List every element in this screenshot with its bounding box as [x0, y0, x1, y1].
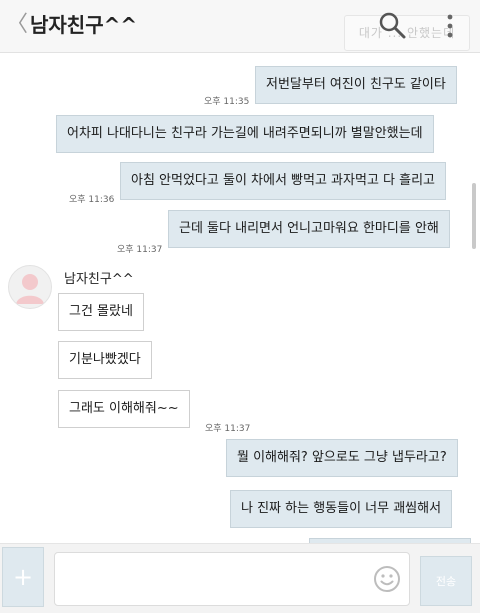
- message-time: 오후 11:36: [69, 195, 115, 205]
- message-bubble-me[interactable]: 나 진짜 하는 행동들이 너무 괘씸해서: [230, 490, 453, 528]
- plus-button[interactable]: +: [2, 547, 44, 607]
- back-icon[interactable]: 〈: [6, 12, 28, 38]
- chat-header: 〈 남자친구^^ 대가 ... 안했는데: [0, 0, 480, 53]
- message-bubble-me[interactable]: 근데 둘다 내리면서 언니고마워요 한마디를 안해: [168, 210, 450, 248]
- message-list[interactable]: 저번달부터 여진이 친구도 같이타 오후 11:35 어차피 나대다니는 친구라…: [0, 53, 480, 543]
- message-bubble-me[interactable]: 뭘 이해해줘? 앞으로도 그냥 냅두라고?: [226, 439, 458, 477]
- message-bubble-me[interactable]: 저번달부터 여진이 친구도 같이타: [255, 66, 457, 104]
- search-icon[interactable]: [377, 10, 407, 40]
- send-button[interactable]: 전송: [420, 556, 472, 606]
- sender-name: 남자친구^^: [64, 272, 134, 287]
- message-bubble-me[interactable]: 어차피 나대다니는 친구라 가는길에 내려주면되니까 별말안했는데: [56, 115, 434, 153]
- chat-title: 남자친구^^: [30, 13, 138, 37]
- emoji-icon[interactable]: [372, 564, 402, 594]
- message-time: 오후 11:37: [205, 424, 251, 434]
- message-time: 오후 11:37: [117, 245, 163, 255]
- plus-icon: +: [12, 563, 34, 591]
- message-time: 오후 11:35: [204, 97, 250, 107]
- message-bubble-other[interactable]: 그건 몰랐네: [58, 293, 144, 331]
- input-bar: + 전송: [0, 543, 480, 613]
- scrollbar[interactable]: [472, 183, 476, 249]
- message-bubble-other[interactable]: 기분나빴겠다: [58, 341, 152, 379]
- message-input[interactable]: [54, 552, 410, 606]
- more-icon[interactable]: [442, 12, 458, 40]
- message-bubble-me[interactable]: 아침 안먹었다고 둘이 차에서 빵먹고 과자먹고 다 흘리고: [120, 162, 447, 200]
- message-bubble-other[interactable]: 그래도 이해해줘~~: [58, 390, 190, 428]
- avatar-icon[interactable]: [8, 265, 52, 309]
